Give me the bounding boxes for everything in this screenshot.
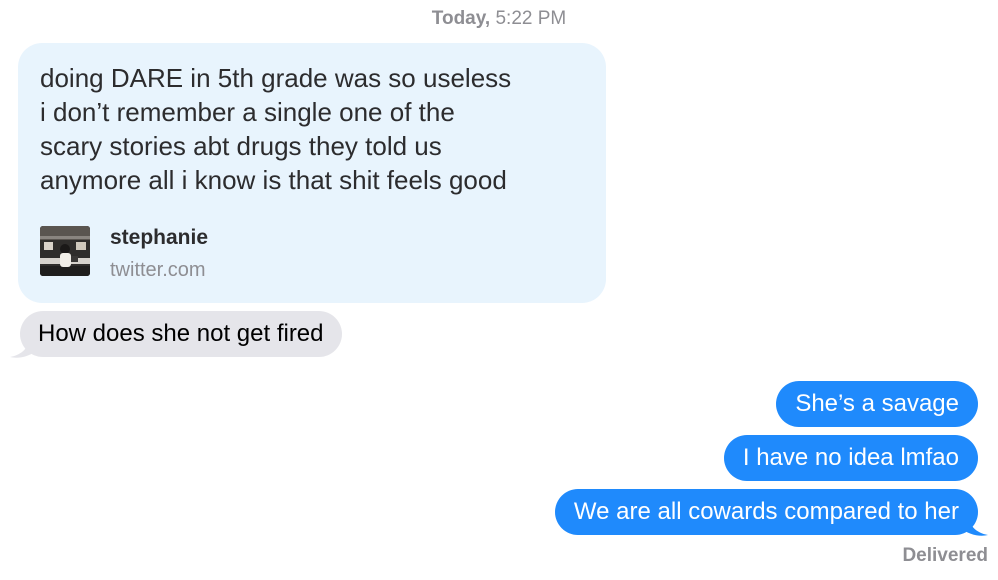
link-preview-domain: twitter.com xyxy=(110,259,206,281)
timestamp-day: Today, xyxy=(431,8,491,29)
link-preview-bubble[interactable]: doing DARE in 5th grade was so useless i… xyxy=(18,43,606,303)
quote-line: i don’t remember a single one of the xyxy=(40,97,455,127)
quote-line: scary stories abt drugs they told us xyxy=(40,131,442,161)
message-timestamp: Today, 5:22 PM xyxy=(0,8,998,30)
timestamp-time: 5:22 PM xyxy=(495,8,567,29)
quote-line: doing DARE in 5th grade was so useless xyxy=(40,63,512,93)
delivery-status: Delivered xyxy=(902,545,988,566)
received-message-bubble[interactable]: How does she not get fired xyxy=(20,311,342,357)
link-preview-thumbnail xyxy=(40,226,90,276)
sent-message-bubble[interactable]: I have no idea lmfao xyxy=(723,435,978,481)
sent-message-bubble[interactable]: She’s a savage xyxy=(776,381,978,427)
sent-message-bubble[interactable]: We are all cowards compared to her xyxy=(554,489,978,535)
link-preview-name: stephanie xyxy=(110,226,209,249)
quote-line: anymore all i know is that shit feels go… xyxy=(40,165,507,195)
link-preview-quote: doing DARE in 5th grade was so useless i… xyxy=(40,61,600,197)
thumbnail-image xyxy=(40,226,90,276)
